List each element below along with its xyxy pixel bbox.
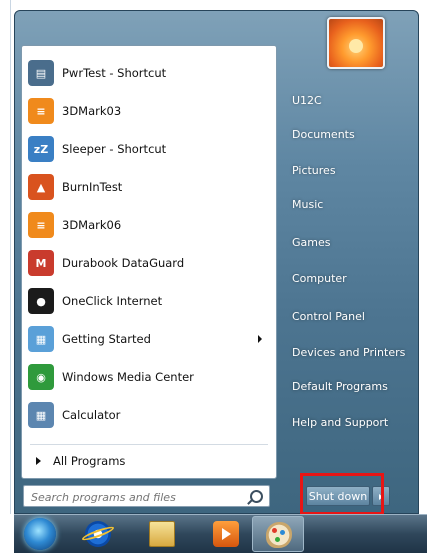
program-label: BurnInTest [62, 180, 123, 194]
taskbar-media-player-button[interactable] [200, 516, 252, 552]
search-input[interactable] [29, 488, 233, 506]
right-link-documents[interactable]: Documents [292, 123, 416, 147]
program-item[interactable]: zZ Sleeper - Shortcut [28, 132, 270, 166]
annotation-highlight-box [300, 473, 384, 515]
taskbar-explorer-button[interactable] [136, 516, 188, 552]
program-item[interactable]: ● OneClick Internet [28, 284, 270, 318]
start-menu: ▤ PwrTest - Shortcut ≡ 3DMark03 zZ Sleeper - … [14, 10, 419, 515]
submenu-arrow-icon [258, 335, 262, 343]
all-programs-label: All Programs [53, 454, 126, 468]
taskbar-ie-button[interactable] [72, 516, 124, 552]
all-programs-arrow-icon [36, 457, 41, 465]
all-programs-separator [30, 444, 268, 445]
getting-started-icon: ▦ [28, 326, 54, 352]
program-item[interactable]: ▲ BurnInTest [28, 170, 270, 204]
3dmark03-icon: ≡ [28, 98, 54, 124]
windows-explorer-icon [149, 521, 175, 547]
right-link-u12c[interactable]: U12C [292, 89, 416, 113]
start-orb-icon[interactable] [24, 518, 56, 550]
program-label: Calculator [62, 408, 121, 422]
program-item[interactable]: ≡ 3DMark06 [28, 208, 270, 242]
right-link-devices-and-printers[interactable]: Devices and Printers [292, 341, 416, 365]
media-center-icon: ◉ [28, 364, 54, 390]
program-label: OneClick Internet [62, 294, 163, 308]
right-link-pictures[interactable]: Pictures [292, 159, 416, 183]
oneclick-icon: ● [28, 288, 54, 314]
program-label: PwrTest - Shortcut [62, 66, 167, 80]
dataguard-icon: M [28, 250, 54, 276]
media-player-icon [213, 521, 239, 547]
program-label: 3DMark03 [62, 104, 122, 118]
taskbar-paint-button[interactable] [252, 516, 304, 552]
right-link-help-and-support[interactable]: Help and Support [292, 411, 416, 435]
right-link-default-programs[interactable]: Default Programs [292, 375, 416, 399]
calculator-icon: ▦ [28, 402, 54, 428]
right-link-games[interactable]: Games [292, 231, 416, 255]
sleeper-icon: zZ [28, 136, 54, 162]
program-label: Windows Media Center [62, 370, 194, 384]
program-item[interactable]: ▦ Getting Started [28, 322, 270, 356]
right-link-computer[interactable]: Computer [292, 267, 416, 291]
right-link-control-panel[interactable]: Control Panel [292, 305, 416, 329]
program-label: Getting Started [62, 332, 151, 346]
program-label: Sleeper - Shortcut [62, 142, 167, 156]
taskbar [14, 514, 427, 553]
pwrtest-icon: ▤ [28, 60, 54, 86]
internet-explorer-icon [85, 521, 111, 547]
program-item[interactable]: M Durabook DataGuard [28, 246, 270, 280]
desktop-background-left [0, 0, 11, 514]
search-icon[interactable] [250, 490, 263, 503]
desktop-background-top [0, 0, 427, 10]
right-link-music[interactable]: Music [292, 193, 416, 217]
burnintest-icon: ▲ [28, 174, 54, 200]
search-box[interactable] [23, 485, 270, 507]
all-programs-button[interactable]: All Programs [28, 449, 268, 473]
program-item[interactable]: ◉ Windows Media Center [28, 360, 270, 394]
user-picture[interactable] [327, 17, 385, 69]
programs-pane: ▤ PwrTest - Shortcut ≡ 3DMark03 zZ Sleeper - … [21, 45, 277, 479]
3dmark06-icon: ≡ [28, 212, 54, 238]
paint-icon [266, 522, 292, 548]
program-item[interactable]: ≡ 3DMark03 [28, 94, 270, 128]
program-item[interactable]: ▦ Calculator [28, 398, 270, 432]
program-item[interactable]: ▤ PwrTest - Shortcut [28, 56, 270, 90]
program-label: Durabook DataGuard [62, 256, 185, 270]
program-label: 3DMark06 [62, 218, 122, 232]
